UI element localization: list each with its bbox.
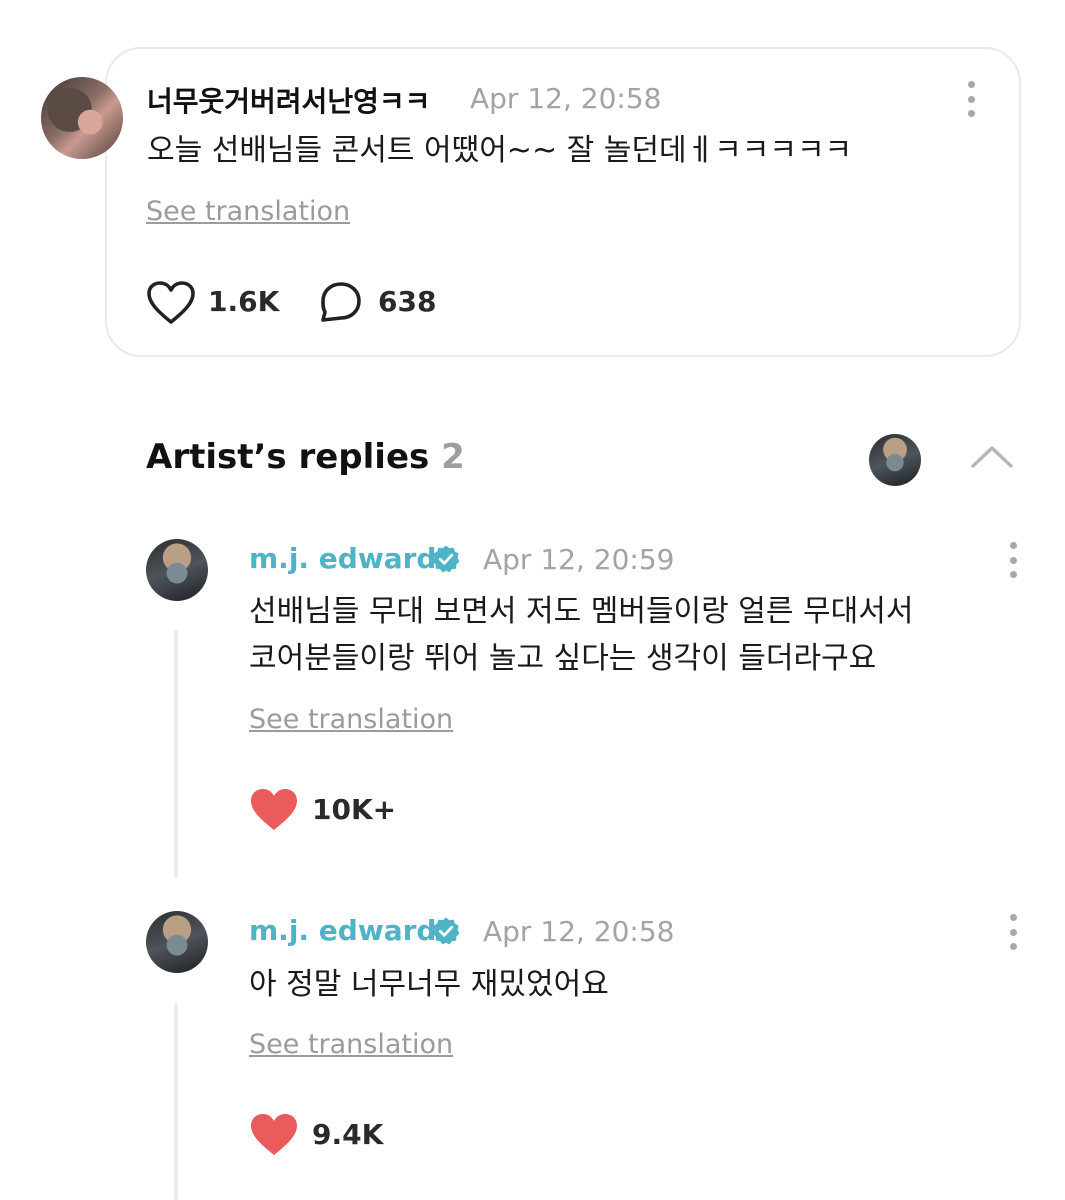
reply-text-line-1: 아 정말 너무너무 재밌었어요 [249,967,609,1002]
reply-text-line-2: 코어분들이랑 뛰어 놀고 싶다는 생각이 들더라구요 [249,641,877,676]
heart-filled-icon [251,789,297,830]
post-more-options-icon[interactable] [961,81,981,117]
artist-avatar-small[interactable] [869,434,921,486]
comment-button[interactable] [318,280,364,326]
artist-replies-heading: Artist’s replies 2 [146,437,465,477]
heart-filled-icon [251,1114,297,1155]
collapse-button[interactable] [970,440,1014,470]
author-avatar[interactable] [41,77,123,159]
artist-replies-title: Artist’s replies [146,437,430,477]
like-count: 1.6K [208,285,280,318]
reply-like-count: 9.4K [312,1118,384,1151]
reply-timestamp: Apr 12, 20:59 [483,543,675,576]
heart-outline-icon [147,281,195,324]
chevron-up-icon [971,446,1013,468]
thread-line [174,1003,178,1200]
thread-line [174,630,178,878]
reply-more-options-icon[interactable] [1003,542,1023,578]
reply-more-options-icon[interactable] [1003,914,1023,950]
artist-replies-count: 2 [441,437,465,477]
reply-author-name[interactable]: m.j. edwards [249,914,453,947]
like-button[interactable] [146,280,196,326]
verified-badge-icon [431,544,461,574]
reply-see-translation-link[interactable]: See translation [249,1029,453,1060]
post-text: 오늘 선배님들 콘서트 어땠어~~ 잘 놀던데ㅔㅋㅋㅋㅋㅋ [147,133,853,168]
post-author-name[interactable]: 너무웃거버려서난영ㅋㅋ [147,80,430,120]
reply-like-button[interactable] [249,1112,299,1158]
comment-bubble-icon [321,282,361,322]
reply-see-translation-link[interactable]: See translation [249,704,453,735]
verified-badge-icon [431,916,461,946]
reply-timestamp: Apr 12, 20:58 [483,915,675,948]
reply-author-avatar[interactable] [146,911,208,973]
reply-like-button[interactable] [249,787,299,833]
reply-like-count: 10K+ [312,793,397,826]
post-see-translation-link[interactable]: See translation [146,196,350,227]
reply-text-line-1: 선배님들 무대 보면서 저도 멤버들이랑 얼른 무대서서 [249,594,914,629]
reply-author-name[interactable]: m.j. edwards [249,542,453,575]
comment-count: 638 [378,285,437,318]
post-timestamp: Apr 12, 20:58 [470,82,662,115]
reply-author-avatar[interactable] [146,539,208,601]
